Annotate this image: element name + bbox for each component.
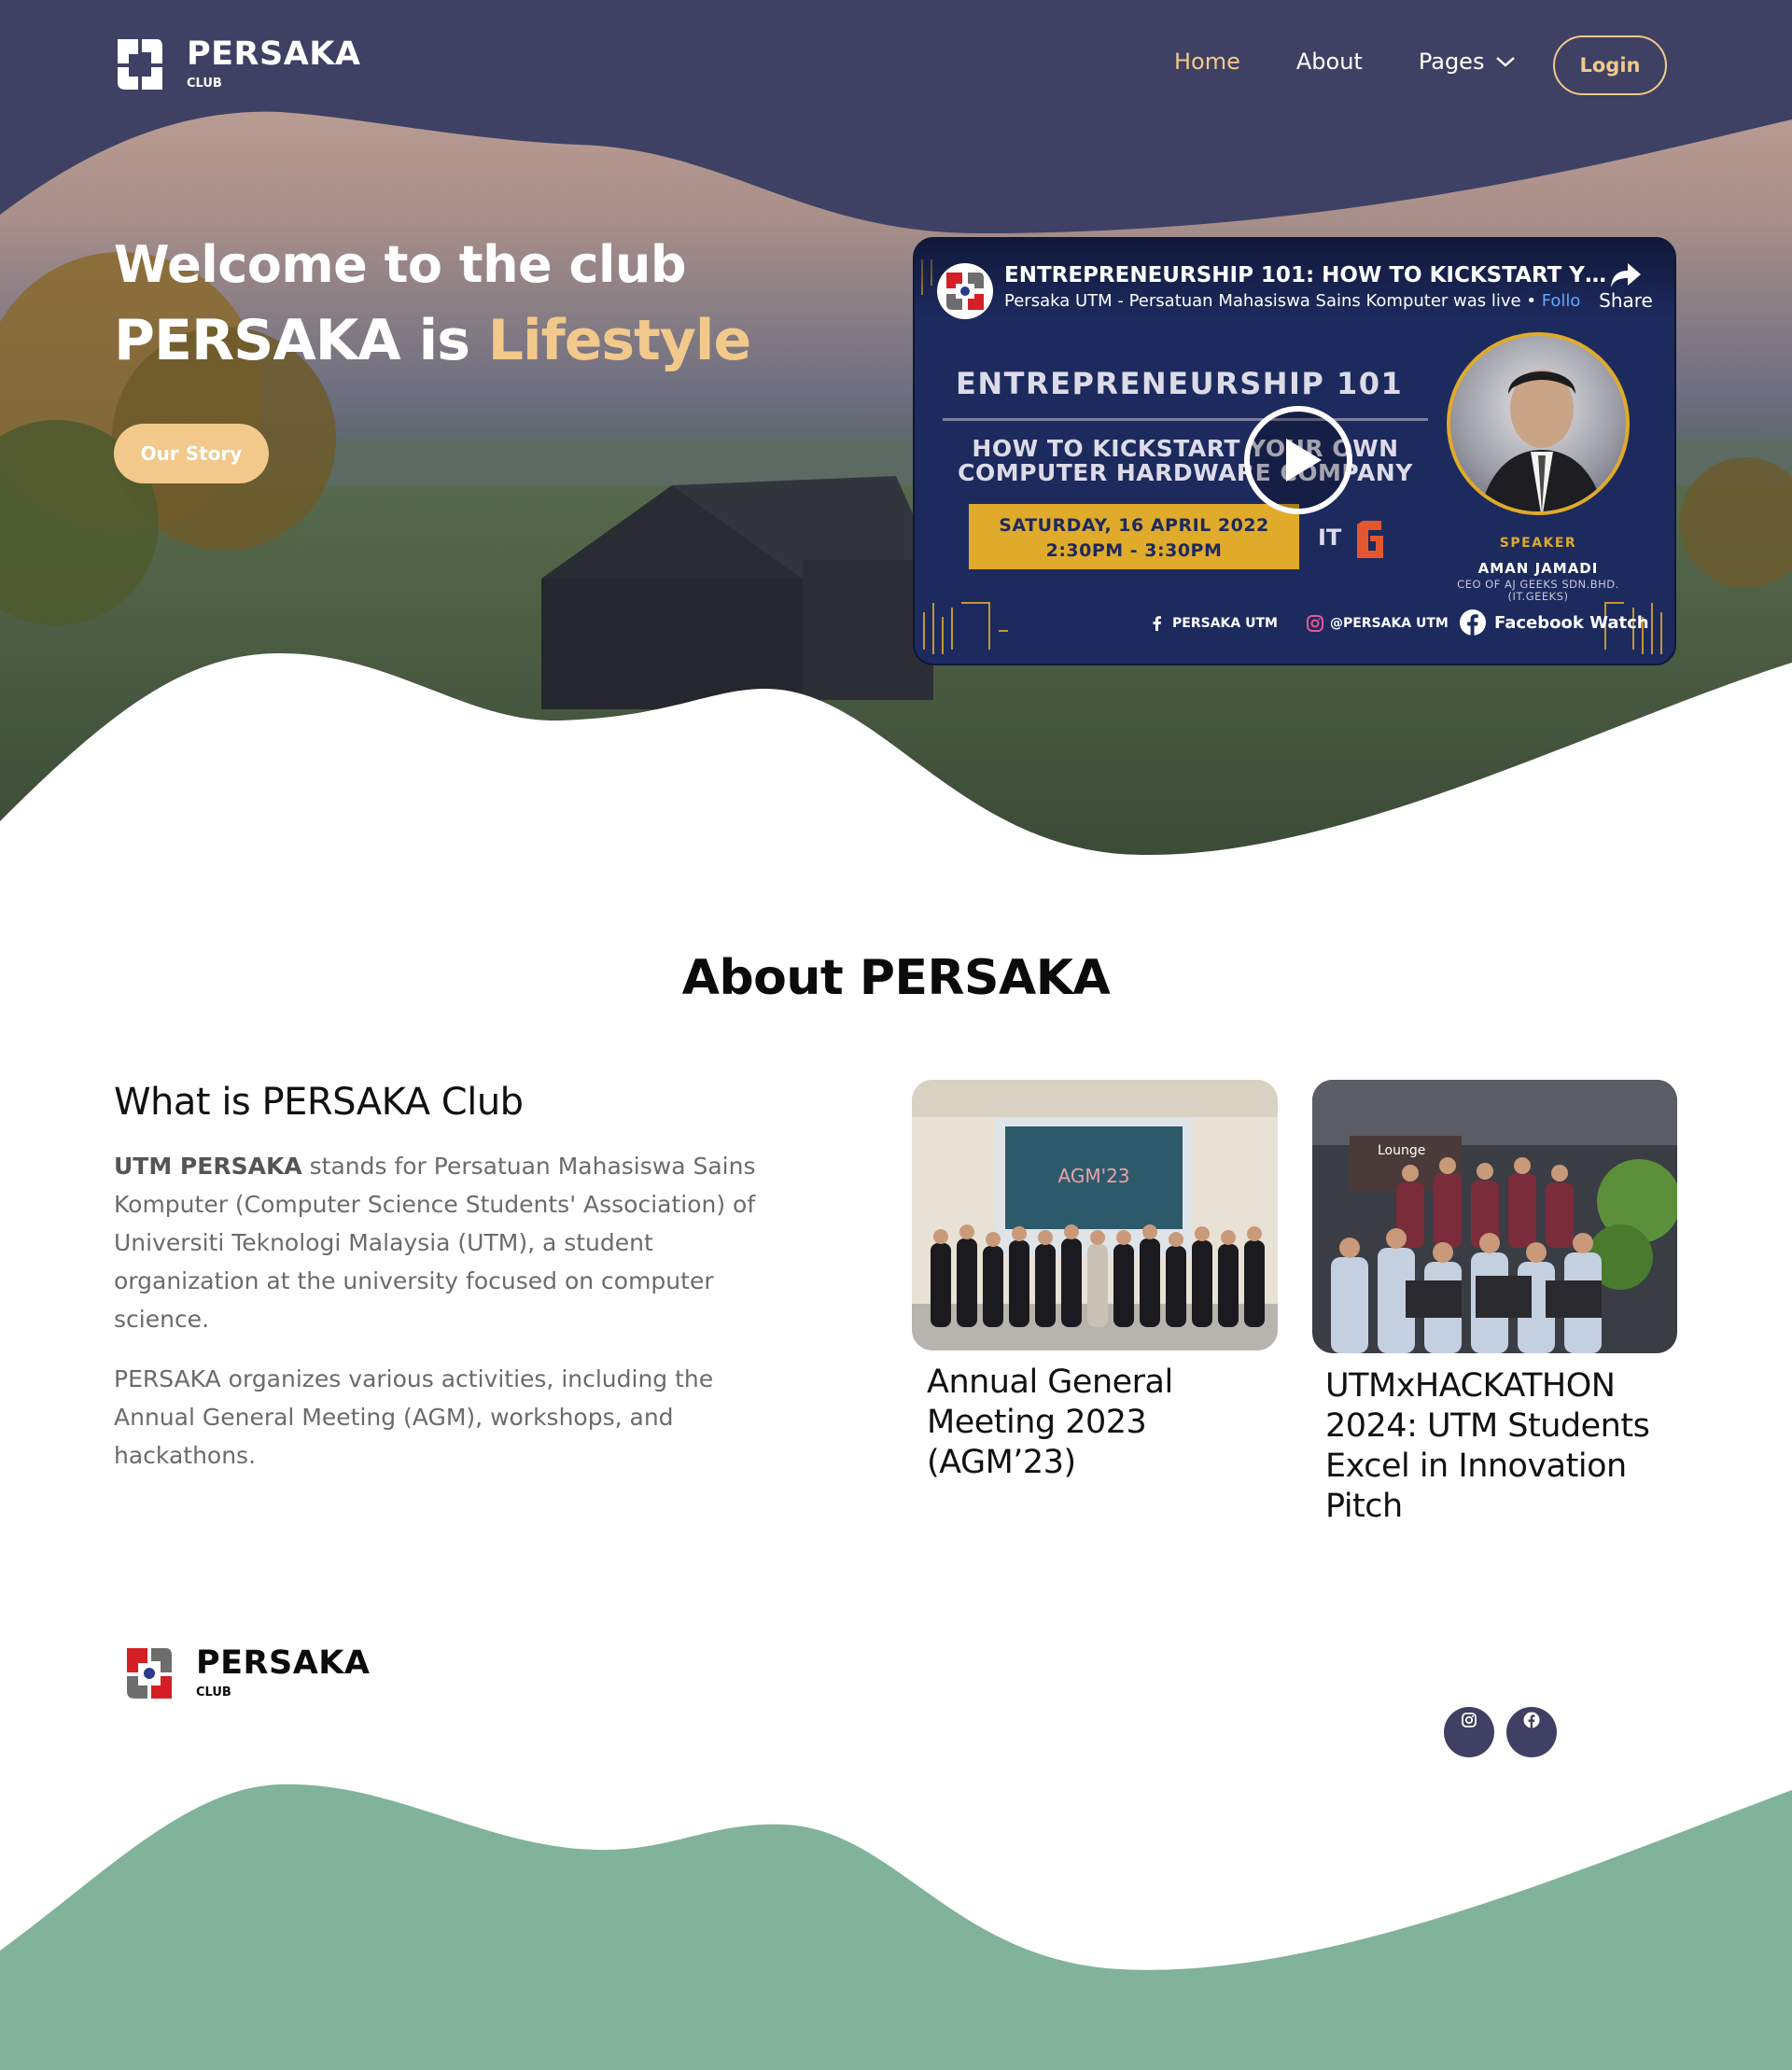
video-title[interactable]: ENTREPRENEURSHIP 101: HOW TO KICKSTART Y… bbox=[1004, 263, 1606, 287]
poster-social-row: PERSAKA UTM @PERSAKA UTM bbox=[1148, 614, 1477, 633]
poster-divider bbox=[943, 418, 1428, 421]
poster-time: 2:30PM - 3:30PM bbox=[1045, 539, 1223, 561]
speaker-role: CEO OF AJ GEEKS SDN.BHD. (IT.GEEKS) bbox=[1437, 578, 1639, 604]
it-geeks-logo-icon: IT bbox=[1318, 521, 1383, 558]
about-bold-term: UTM PERSAKA bbox=[114, 1153, 302, 1180]
our-story-button[interactable]: Our Story bbox=[114, 424, 269, 483]
hackathon-sign-text: Lounge bbox=[1378, 1143, 1425, 1158]
speaker-name: AMAN JAMADI bbox=[1477, 560, 1599, 577]
hero-title-line2: PERSAKA is Lifestyle bbox=[114, 308, 751, 373]
share-icon bbox=[1611, 263, 1641, 287]
footer-brand-subtitle: CLUB bbox=[196, 1685, 231, 1699]
share-label: Share bbox=[1599, 289, 1653, 312]
footer-brand[interactable]: PERSAKA CLUB bbox=[123, 1644, 371, 1702]
chevron-down-icon bbox=[1496, 57, 1516, 67]
top-navbar: PERSAKA CLUB Home About Pages Login bbox=[0, 0, 1792, 131]
facebook-circle-icon bbox=[1460, 609, 1486, 636]
brand-logo-link[interactable]: PERSAKA CLUB bbox=[114, 35, 361, 93]
hackathon-caption-link[interactable]: UTMxHACKATHON 2024: UTM Students Excel i… bbox=[1325, 1366, 1671, 1527]
nav-about-link[interactable]: About bbox=[1296, 49, 1363, 75]
hero-title-line1: Welcome to the club bbox=[114, 235, 687, 294]
hackathon-photo[interactable]: Lounge bbox=[1312, 1080, 1677, 1353]
footer-green-wave bbox=[0, 1783, 1792, 2070]
facebook-icon bbox=[1523, 1712, 1540, 1728]
speaker-label: SPEAKER bbox=[1499, 536, 1577, 551]
video-channel-text: Persaka UTM - Persatuan Mahasiswa Sains … bbox=[1004, 291, 1542, 311]
poster-instagram-handle: @PERSAKA UTM bbox=[1329, 616, 1449, 631]
share-button[interactable]: Share bbox=[1598, 259, 1654, 312]
speaker-portrait-image bbox=[1479, 370, 1604, 511]
instagram-button[interactable] bbox=[1444, 1707, 1494, 1757]
about-paragraph-2: PERSAKA organizes various activities, in… bbox=[114, 1365, 714, 1469]
hero-section: PERSAKA CLUB Home About Pages Login Welc… bbox=[0, 0, 1792, 868]
svg-text:IT: IT bbox=[1318, 524, 1342, 551]
nav-menu: Home About Pages bbox=[1174, 49, 1572, 75]
persaka-logo-icon bbox=[118, 39, 162, 90]
video-subtitle: Persaka UTM - Persatuan Mahasiswa Sains … bbox=[1004, 291, 1580, 311]
poster-headline: ENTREPRENEURSHIP 101 bbox=[956, 366, 1404, 401]
hero-title-accent: Lifestyle bbox=[487, 308, 751, 373]
brand-subtitle: CLUB bbox=[187, 77, 222, 91]
agm-group-photo-image: AGM'23 bbox=[912, 1080, 1278, 1350]
facebook-button[interactable] bbox=[1506, 1707, 1557, 1757]
login-button[interactable]: Login bbox=[1553, 35, 1667, 95]
facebook-video-embed[interactable]: ENTREPRENEURSHIP 101: HOW TO KICKSTART Y… bbox=[913, 237, 1676, 665]
about-heading: What is PERSAKA Club bbox=[114, 1081, 524, 1124]
speaker-photo bbox=[1447, 332, 1630, 515]
persaka-emblem-icon bbox=[946, 273, 984, 310]
footer-brand-name: PERSAKA bbox=[196, 1644, 371, 1682]
instagram-icon bbox=[1462, 1713, 1477, 1727]
hero-title-prefix: PERSAKA is bbox=[114, 308, 488, 373]
instagram-icon bbox=[1306, 615, 1323, 632]
play-button-icon[interactable] bbox=[1243, 405, 1353, 515]
about-section-title: About PERSAKA bbox=[681, 950, 1111, 1006]
agm-screen-text: AGM'23 bbox=[1057, 1165, 1129, 1187]
channel-avatar[interactable] bbox=[937, 263, 993, 319]
brand-name: PERSAKA bbox=[187, 35, 361, 73]
poster-facebook-handle: PERSAKA UTM bbox=[1172, 616, 1278, 631]
facebook-watch-label: Facebook Watch bbox=[1494, 612, 1649, 633]
nav-pages-dropdown[interactable]: Pages bbox=[1419, 49, 1517, 75]
facebook-icon bbox=[1153, 616, 1161, 631]
agm-photo[interactable]: AGM'23 bbox=[912, 1080, 1278, 1350]
nav-home-link[interactable]: Home bbox=[1174, 49, 1240, 75]
agm-caption-link[interactable]: Annual General Meeting 2023 (AGM’23) bbox=[927, 1363, 1263, 1483]
poster-date: SATURDAY, 16 APRIL 2022 bbox=[999, 515, 1269, 536]
about-paragraph-1: UTM PERSAKA stands for Persatuan Mahasis… bbox=[114, 1147, 758, 1338]
follow-link[interactable]: Follo bbox=[1542, 291, 1581, 311]
nav-pages-label: Pages bbox=[1418, 49, 1485, 75]
persaka-color-logo-icon bbox=[127, 1648, 172, 1699]
facebook-watch-link[interactable]: Facebook Watch bbox=[1459, 608, 1649, 636]
hackathon-group-photo-image: Lounge bbox=[1312, 1080, 1677, 1353]
speaker-role-line2: (IT.GEEKS) bbox=[1507, 590, 1569, 604]
